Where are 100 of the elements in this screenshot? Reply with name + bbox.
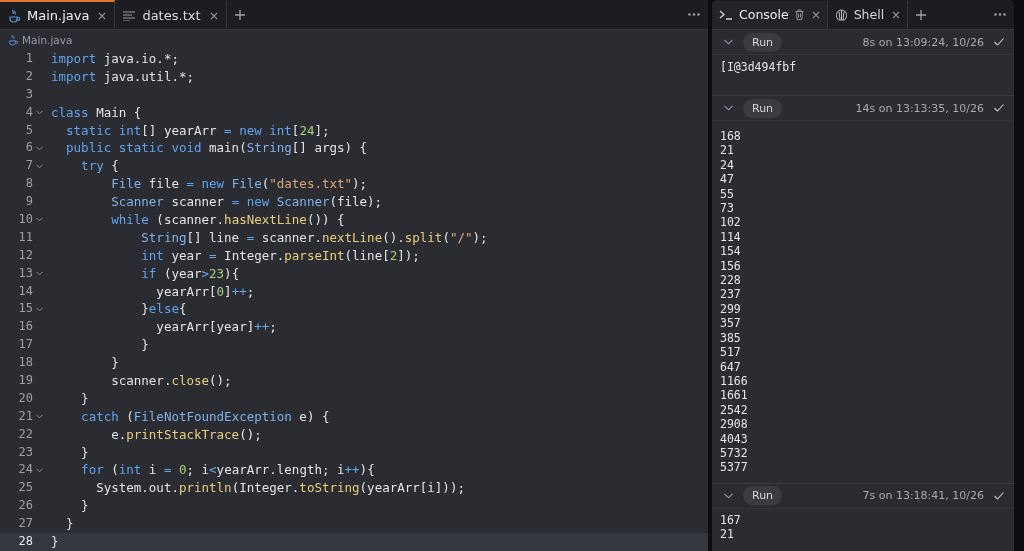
run-time: 14s on 13:13:35, 10/26 xyxy=(855,101,984,115)
trash-icon[interactable] xyxy=(794,9,804,20)
code-line: System.out.println(Integer.toString(yearArr[i])); xyxy=(95,479,465,498)
line-number: 25 xyxy=(17,479,33,497)
output-line: 5377 xyxy=(720,460,748,475)
code-line: for (int i = 0; i<yearArr.length; i++){ xyxy=(80,461,375,480)
code-line: try { xyxy=(80,157,119,176)
panel-tab[interactable]: Console xyxy=(712,0,828,29)
output-line: 647 xyxy=(720,359,741,374)
output-line: 2908 xyxy=(720,417,748,432)
more-icon[interactable] xyxy=(688,13,700,16)
check-icon xyxy=(994,104,1004,112)
code-line: scanner.close(); xyxy=(110,372,232,390)
fold-chevron-icon[interactable] xyxy=(36,145,43,151)
line-number: 24 xyxy=(17,461,33,479)
output-line: 55 xyxy=(720,186,734,202)
code-line: } xyxy=(80,443,89,462)
code-line: import java.util.*; xyxy=(51,67,194,86)
output-line: 154 xyxy=(720,244,741,259)
code-line: Scanner scanner = new Scanner(file); xyxy=(110,193,383,212)
line-number: 16 xyxy=(17,318,33,336)
output-line: 168 xyxy=(720,129,741,144)
fold-chevron-icon[interactable] xyxy=(36,110,43,116)
code-line: public static void main(String[] args) { xyxy=(65,139,368,158)
output-line: 21 xyxy=(720,143,734,158)
line-number: 1 xyxy=(24,50,33,67)
code-line: class Main { xyxy=(51,103,142,122)
code-line: } xyxy=(140,336,149,355)
fold-chevron-icon[interactable] xyxy=(36,467,43,473)
output-line: 73 xyxy=(720,201,734,216)
line-number: 20 xyxy=(17,389,33,407)
file-tab[interactable]: dates.txt xyxy=(115,0,227,29)
code-line: int year = Integer.parseInt(line[2]); xyxy=(140,246,420,265)
code-line: catch (FileNotFoundException e) { xyxy=(80,407,330,426)
output-line: 385 xyxy=(720,330,741,346)
line-number: 17 xyxy=(17,336,33,354)
more-icon[interactable] xyxy=(994,13,1006,16)
collapse-chevron-icon[interactable] xyxy=(724,105,733,111)
run-button[interactable]: Run xyxy=(743,32,783,52)
line-number: 5 xyxy=(24,121,33,139)
line-number: 21 xyxy=(17,407,33,425)
code-line: } xyxy=(110,354,119,373)
fold-chevron-icon[interactable] xyxy=(36,414,43,420)
output-line: 5732 xyxy=(720,445,748,461)
line-number: 15 xyxy=(17,300,33,318)
check-icon xyxy=(994,491,1004,500)
code-line: while (scanner.hasNextLine()) { xyxy=(110,211,345,229)
close-icon[interactable] xyxy=(209,11,218,20)
panel-tab[interactable]: Shell xyxy=(827,0,909,29)
line-number: 11 xyxy=(17,228,33,246)
code-line: static int[] yearArr = new int[24]; xyxy=(65,121,330,140)
code-line: import java.io.*; xyxy=(51,50,179,68)
close-icon[interactable] xyxy=(811,10,820,19)
output-line: 517 xyxy=(720,345,741,360)
output-line: 1661 xyxy=(720,388,748,403)
output-line: 102 xyxy=(720,215,741,230)
line-number: 19 xyxy=(17,372,33,390)
shell-icon xyxy=(834,8,848,21)
code-line: } xyxy=(80,389,89,408)
terminal-icon xyxy=(719,9,733,20)
run-time: 7s on 13:18:41, 10/26 xyxy=(862,489,984,503)
run-button[interactable]: Run xyxy=(743,98,783,118)
line-number: 27 xyxy=(17,515,33,533)
line-number: 9 xyxy=(24,193,33,211)
lines-icon xyxy=(123,10,136,21)
line-number: 10 xyxy=(17,211,33,228)
code-line: yearArr[0]++; xyxy=(155,282,255,301)
add-tab-icon[interactable] xyxy=(916,9,927,20)
fold-chevron-icon[interactable] xyxy=(36,163,43,169)
line-number: 14 xyxy=(17,282,33,300)
line-number: 6 xyxy=(24,139,33,157)
line-number: 2 xyxy=(24,67,33,85)
code-line: String[] line = scanner.nextLine().split("/"); xyxy=(140,228,488,247)
output-line: 167 xyxy=(720,512,741,528)
line-number: 4 xyxy=(24,103,33,121)
close-icon[interactable] xyxy=(98,11,107,20)
collapse-chevron-icon[interactable] xyxy=(724,492,733,499)
collapse-chevron-icon[interactable] xyxy=(724,39,733,45)
code-line: } xyxy=(65,515,74,534)
fold-chevron-icon[interactable] xyxy=(36,271,43,277)
code-line: File file = new File("dates.txt"); xyxy=(110,175,368,194)
output-line: [I@3d494fbf xyxy=(720,60,797,75)
code-line: } xyxy=(51,533,59,551)
output-line: 156 xyxy=(720,258,741,274)
code-line: } xyxy=(80,497,89,516)
line-number: 8 xyxy=(24,175,33,193)
close-icon[interactable] xyxy=(892,10,901,19)
run-button[interactable]: Run xyxy=(743,486,783,506)
output-line: 4043 xyxy=(720,431,748,446)
file-tab[interactable]: Main.java xyxy=(0,0,116,29)
fold-chevron-icon[interactable] xyxy=(36,306,43,312)
code-line: yearArr[year]++; xyxy=(155,318,277,337)
breadcrumb[interactable]: Main.java xyxy=(22,34,73,46)
code-line: e.printStackTrace(); xyxy=(110,425,262,444)
add-tab-icon[interactable] xyxy=(234,9,245,20)
code-line: if (year>23){ xyxy=(140,264,240,283)
line-number: 13 xyxy=(17,264,33,282)
fold-chevron-icon[interactable] xyxy=(36,217,43,223)
output-line: 1166 xyxy=(720,373,748,389)
line-number: 12 xyxy=(17,246,33,264)
